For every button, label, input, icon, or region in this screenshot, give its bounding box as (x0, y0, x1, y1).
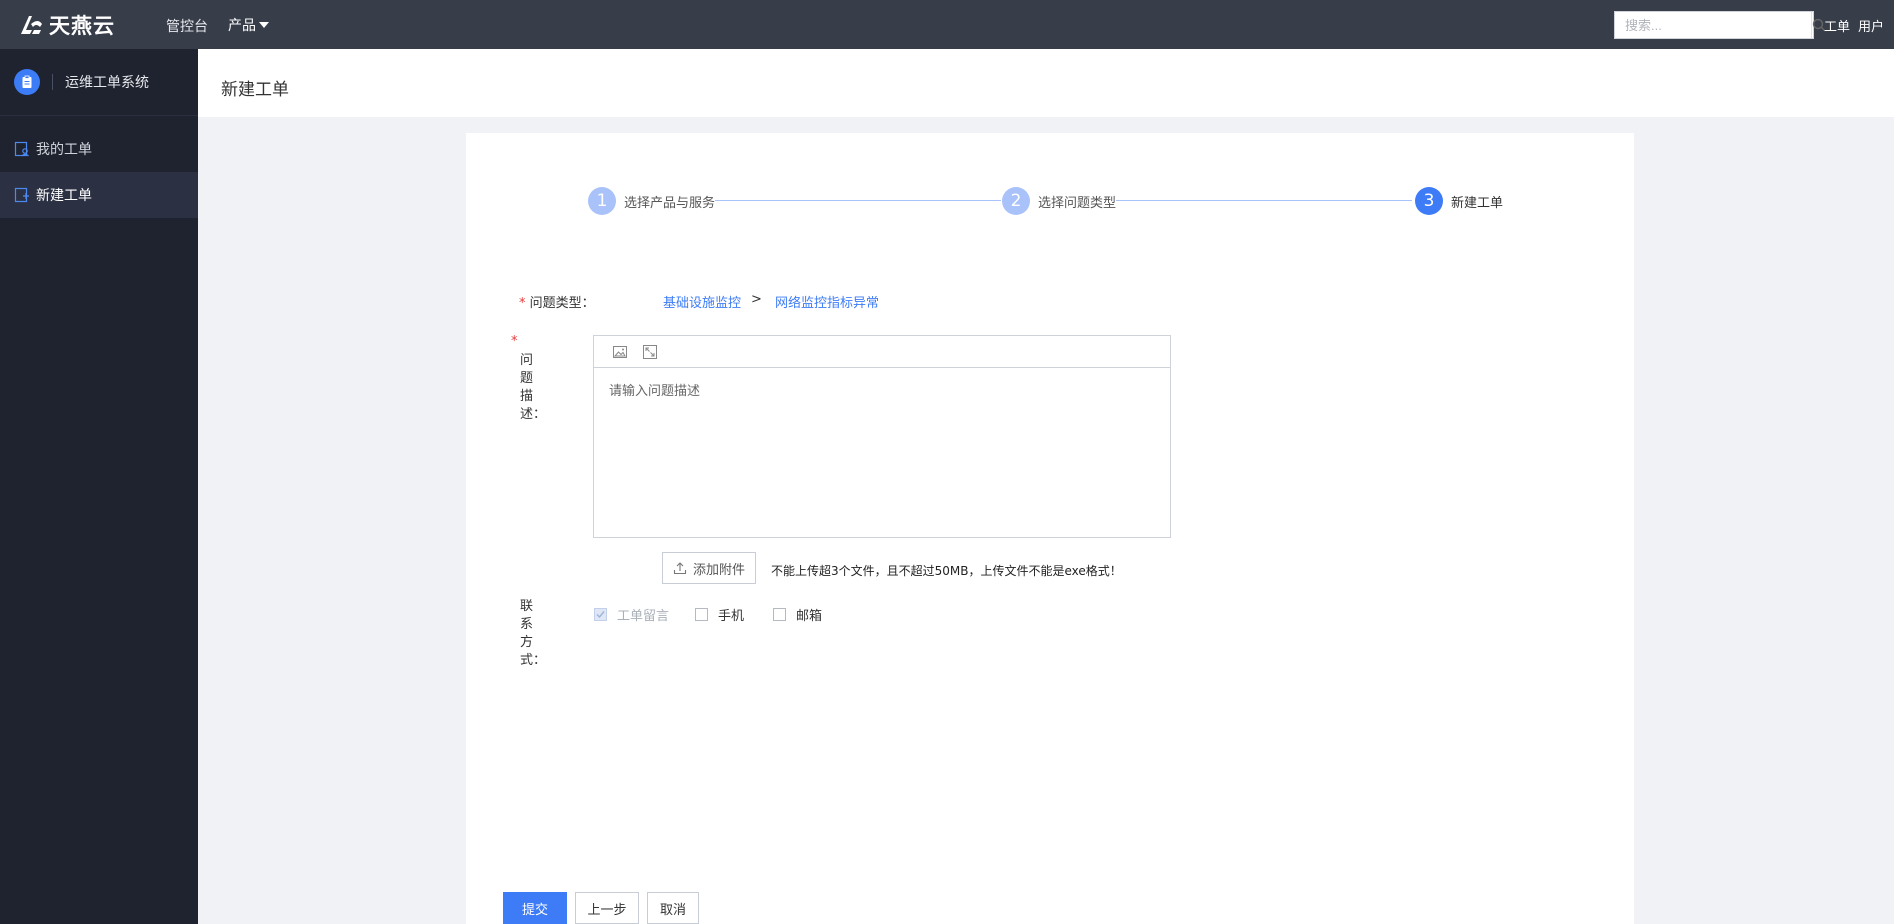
description-label-char: 问 (520, 353, 534, 368)
sidebar-item-label: 新建工单 (36, 188, 92, 204)
step-2: 2 选择问题类型 (1002, 187, 1116, 215)
sidebar-item-my-tickets[interactable]: 我的工单 (0, 126, 198, 172)
cancel-button[interactable]: 取消 (647, 892, 699, 924)
step-number: 2 (1002, 187, 1030, 215)
issue-category-link[interactable]: 基础设施监控 (663, 292, 741, 311)
user-ticket-icon (14, 141, 29, 157)
step-number: 3 (1415, 187, 1443, 215)
top-link-ticket[interactable]: 工单 (1824, 16, 1850, 35)
new-ticket-card: 1 选择产品与服务 2 选择问题类型 3 新建工单 * 问题类型： 基础设施监控… (466, 133, 1634, 924)
caret-down-icon (259, 22, 269, 28)
step-label: 选择问题类型 (1038, 195, 1117, 211)
step-1: 1 选择产品与服务 (588, 187, 715, 215)
issue-type-label: * 问题类型： (519, 292, 595, 311)
checkbox-label: 手机 (718, 609, 745, 624)
nav-product-dropdown[interactable]: 产品 (228, 15, 269, 35)
search-input[interactable] (1615, 12, 1811, 38)
top-navbar: 天燕云 管控台 产品 工单 用户 (0, 0, 1894, 49)
fullscreen-icon[interactable] (642, 344, 658, 360)
submit-button[interactable]: 提交 (503, 892, 567, 924)
issue-subcategory-link[interactable]: 网络监控指标异常 (775, 292, 879, 311)
step-3: 3 新建工单 (1415, 187, 1503, 215)
description-label-char: 描 (520, 389, 534, 404)
insert-image-icon[interactable] (612, 344, 628, 360)
required-mark: * (519, 296, 526, 311)
contact-label-char: 式： (520, 653, 547, 668)
checkbox-label: 工单留言 (617, 609, 670, 624)
issue-separator: > (751, 292, 762, 307)
previous-step-button[interactable]: 上一步 (575, 892, 639, 924)
contact-label-char: 系 (520, 617, 534, 632)
step-number: 1 (588, 187, 616, 215)
contact-option-email[interactable]: 邮箱 (773, 605, 822, 624)
sidebar: 运维工单系统 我的工单 新建工单 (0, 49, 198, 924)
sidebar-system-header: 运维工单系统 (0, 49, 198, 116)
brand-logo[interactable]: 天燕云 (18, 11, 115, 38)
nav-console-link[interactable]: 管控台 (166, 16, 208, 36)
page-header: 新建工单 (198, 49, 1894, 117)
contact-method-label: 联 系 方 式： (520, 598, 547, 670)
add-attachment-label: 添加附件 (692, 562, 745, 578)
description-label-char: 题 (520, 371, 534, 386)
step-label: 选择产品与服务 (624, 195, 716, 211)
new-ticket-icon (14, 187, 29, 203)
checkbox[interactable] (594, 608, 607, 621)
editor-toolbar (594, 336, 1170, 368)
logo-mark-icon (21, 15, 42, 34)
clipboard-icon (14, 69, 40, 95)
required-mark: * (511, 334, 518, 349)
add-attachment-button[interactable]: 添加附件 (662, 552, 756, 584)
search-box (1614, 11, 1826, 39)
step-label: 新建工单 (1451, 195, 1504, 211)
checkbox-label: 邮箱 (796, 609, 823, 624)
checkbox[interactable] (695, 608, 708, 621)
checkbox[interactable] (773, 608, 786, 621)
page-title: 新建工单 (221, 80, 289, 100)
sidebar-header-divider (52, 74, 53, 90)
step-connector-1 (715, 200, 1001, 201)
sidebar-item-new-ticket[interactable]: 新建工单 (0, 172, 198, 218)
contact-label-char: 方 (520, 635, 534, 650)
issue-type-label-text: 问题类型： (529, 296, 595, 311)
contact-option-phone[interactable]: 手机 (695, 605, 744, 624)
top-link-user[interactable]: 用户 (1858, 16, 1884, 35)
description-editor (593, 335, 1171, 538)
sidebar-item-label: 我的工单 (36, 142, 92, 158)
nav-product-label: 产品 (228, 18, 256, 34)
brand-name: 天燕云 (49, 13, 115, 38)
upload-icon (673, 562, 687, 575)
contact-label-char: 联 (520, 599, 534, 614)
description-textarea[interactable] (594, 368, 1170, 537)
sidebar-system-name: 运维工单系统 (65, 75, 149, 91)
contact-option-ticket-message[interactable]: 工单留言 (594, 605, 669, 624)
description-label-char: 述： (520, 407, 547, 422)
checkmark-icon (596, 611, 605, 619)
description-label: 问 题 描 述： (520, 352, 547, 424)
upload-constraint-note: 不能上传超3个文件，且不超过50MB，上传文件不能是exe格式！ (771, 564, 1122, 578)
step-connector-2 (1116, 200, 1412, 201)
